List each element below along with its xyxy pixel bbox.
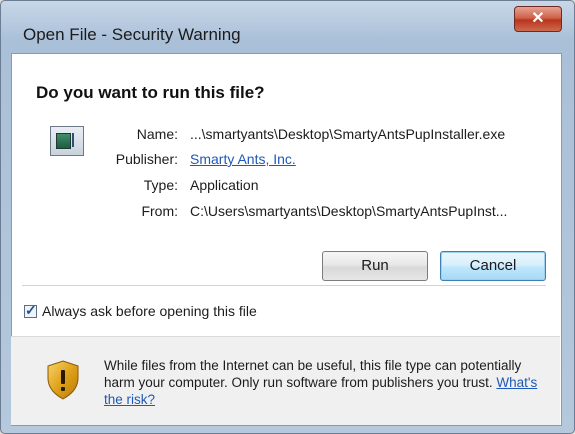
always-ask-label[interactable]: Always ask before opening this file: [42, 303, 257, 319]
close-button[interactable]: ✕: [514, 6, 562, 32]
from-value: C:\Users\smartyants\Desktop\SmartyAntsPu…: [190, 203, 508, 219]
publisher-label: Publisher:: [115, 151, 178, 167]
publisher-link[interactable]: Smarty Ants, Inc.: [190, 151, 296, 167]
name-label: Name:: [136, 126, 178, 142]
warning-text: While files from the Internet can be use…: [104, 358, 522, 390]
run-button-label: Run: [361, 257, 389, 274]
checkmark-icon: ✓: [25, 302, 37, 318]
divider: [22, 285, 546, 286]
name-value: ...\smartyants\Desktop\SmartyAntsPupInst…: [190, 126, 506, 142]
application-file-icon: [50, 126, 84, 156]
window-title: Open File - Security Warning: [23, 25, 241, 44]
from-label: From:: [141, 203, 178, 219]
cancel-button[interactable]: Cancel: [440, 251, 546, 281]
title-bar[interactable]: Open File - Security Warning ✕: [1, 1, 574, 44]
shield-warning-icon: [47, 360, 79, 400]
cancel-button-label: Cancel: [469, 257, 517, 274]
close-icon: ✕: [531, 10, 545, 27]
warning-message: While files from the Internet can be use…: [104, 357, 544, 408]
type-value: Application: [190, 177, 259, 193]
type-label: Type:: [143, 177, 178, 193]
dialog-heading: Do you want to run this file?: [36, 83, 265, 102]
run-button[interactable]: Run: [322, 251, 428, 281]
always-ask-checkbox[interactable]: ✓: [24, 302, 37, 318]
